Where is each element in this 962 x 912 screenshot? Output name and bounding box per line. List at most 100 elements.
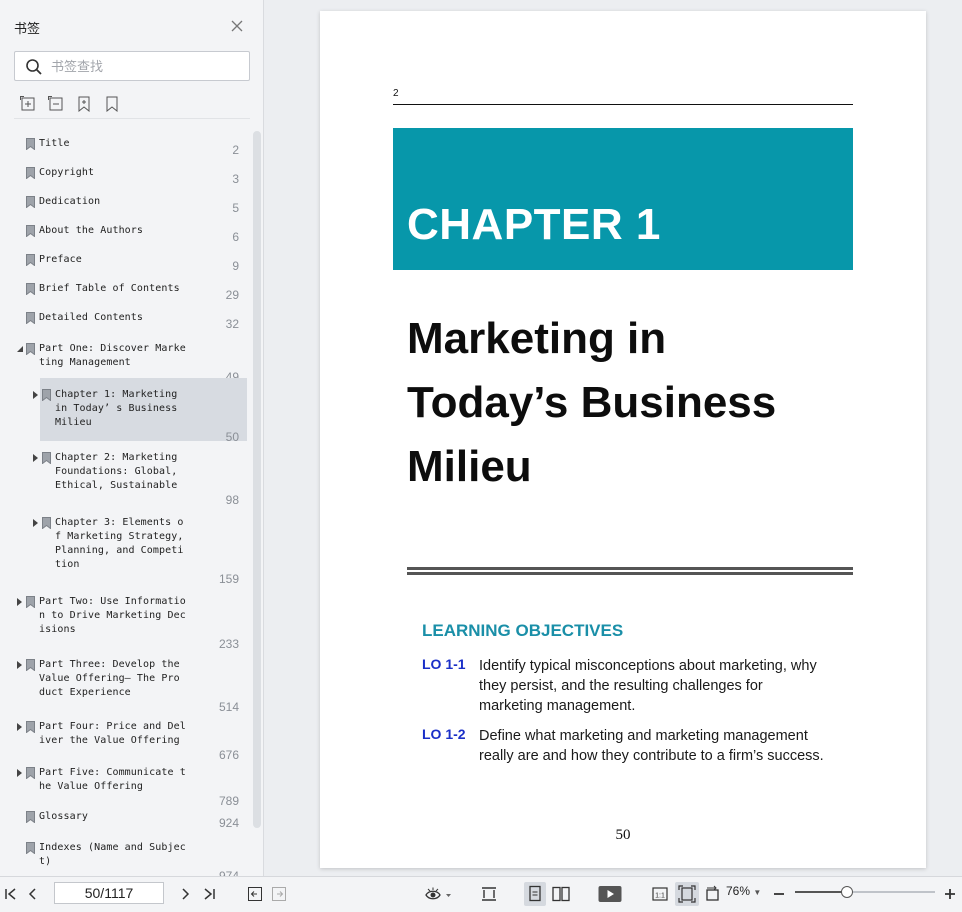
bookmark-page-number: 676 [218,748,239,762]
bookmark-item[interactable]: Detailed Contents 32 [0,311,252,343]
bookmark-search[interactable] [14,51,250,81]
bookmark-item[interactable]: Glossary 924 [0,810,252,842]
bookmark-page-number: 233 [218,637,239,651]
header-rule [393,104,853,105]
chevron-right-icon[interactable] [16,661,24,669]
bookmark-item[interactable]: Preface 9 [0,253,252,285]
bookmark-label: Part Five: Communicate t he Value Offeri… [39,767,186,792]
bookmark-page-number: 2 [232,143,239,157]
bookmark-flag-icon [42,389,51,401]
bookmark-flag-icon [26,283,35,295]
fit-page-icon[interactable] [675,882,699,906]
document-viewer[interactable]: 2 CHAPTER 1 Marketing in Today’s Busines… [265,0,962,876]
bookmark-page-number: 514 [218,700,239,714]
bookmark-item[interactable]: Chapter 3: Elements o f Marketing Strate… [0,516,252,590]
page-number-input[interactable]: 50/1117 [54,882,164,904]
collapse-all-icon[interactable] [48,96,64,112]
bookmark-item[interactable]: Title 2 [0,137,252,169]
zoom-in-icon[interactable] [941,885,959,903]
chevron-right-icon[interactable] [32,391,40,399]
play-icon[interactable] [598,885,622,903]
single-page-icon[interactable] [524,882,546,906]
bookmark-flag-icon [26,225,35,237]
chapter-title-line: Today’s Business [407,378,777,427]
actual-size-icon[interactable]: 1:1 [651,885,669,903]
objective-text: Identify typical misconceptions about ma… [479,658,817,714]
bookmark-label: Chapter 1: Marketing in Today’ s Busines… [55,389,178,428]
first-page-icon[interactable] [2,885,20,903]
bookmark-page-number: 32 [225,317,239,331]
bookmark-item[interactable]: Chapter 1: Marketing in Today’ s Busines… [0,378,252,448]
zoom-slider-fill [795,891,847,893]
bookmark-item[interactable]: Indexes (Name and Subjec t) 974 [0,841,252,876]
bookmark-flag-icon [26,138,35,150]
next-page-icon[interactable] [176,885,194,903]
rotate-icon[interactable] [704,885,722,903]
chapter-title-line: Marketing in [407,314,667,363]
chapter-label: CHAPTER 1 [407,200,661,249]
chevron-right-icon[interactable] [32,519,40,527]
bookmark-item[interactable]: Part Three: Develop the Value Offering— … [0,658,252,718]
next-view-icon[interactable] [270,885,288,903]
bookmark-search-input[interactable] [51,57,241,75]
chevron-down-icon: ▼ [753,888,762,897]
bookmark-item[interactable]: Brief Table of Contents 29 [0,282,252,314]
fit-width-icon[interactable] [480,885,498,903]
close-icon[interactable] [229,18,245,34]
prev-page-icon[interactable] [24,885,42,903]
bookmark-label: Part Four: Price and Del iver the Value … [39,721,186,746]
bookmark-flag-icon [26,254,35,266]
chevron-down-icon[interactable] [16,345,24,353]
chevron-right-icon[interactable] [16,723,24,731]
bookmark-label: Dedication [39,196,101,207]
add-bookmark-icon[interactable] [76,96,92,113]
bookmark-label: Detailed Contents [39,312,144,323]
status-toolbar: 50/1117 1:1 76% ▼ [0,876,962,912]
bookmark-item[interactable]: Part Two: Use Informatio n to Drive Mark… [0,595,252,655]
scrollbar[interactable] [253,131,261,828]
chevron-right-icon[interactable] [32,454,40,462]
bookmark-item[interactable]: About the Authors 6 [0,224,252,256]
chapter-banner: CHAPTER 1 [393,128,853,270]
zoom-slider[interactable] [795,886,935,898]
prev-view-icon[interactable] [246,885,264,903]
chevron-right-icon[interactable] [16,598,24,606]
bookmark-item[interactable]: Part Five: Communicate t he Value Offeri… [0,766,252,812]
bookmark-tree: Title 2 Copyright 3 Dedication 5 About the Aut… [0,130,252,876]
last-page-icon[interactable] [200,885,218,903]
two-page-icon[interactable] [551,885,571,903]
bookmark-item[interactable]: Part Four: Price and Del iver the Value … [0,720,252,766]
bookmark-flag-icon [26,659,35,671]
divider [14,118,250,119]
zoom-level[interactable]: 76% ▼ [726,884,761,898]
bookmark-flag-icon [26,312,35,324]
bookmark-page-number: 159 [218,572,239,586]
bookmark-flag-icon [26,811,35,823]
bookmark-flag-icon [42,452,51,464]
bookmark-item[interactable]: Chapter 2: Marketing Foundations: Global… [0,451,252,511]
bookmark-flag-icon [26,767,35,779]
expand-all-icon[interactable] [20,96,36,112]
double-rule [407,567,853,570]
bookmark-panel: 书签 Title 2 Copyright 3 Dedication 5 About the … [0,0,264,876]
bookmark-item[interactable]: Copyright 3 [0,166,252,198]
objective-text: Define what marketing and marketing mana… [479,728,824,764]
bookmark-item[interactable]: Dedication 5 [0,195,252,227]
zoom-out-icon[interactable] [770,885,788,903]
chapter-title-line: Milieu [407,442,532,491]
bookmark-label: Copyright [39,167,95,178]
double-rule [407,572,853,575]
bookmark-flag-icon [26,721,35,733]
chevron-right-icon[interactable] [16,769,24,777]
bookmark-flag-icon [26,196,35,208]
bookmark-icon[interactable] [104,96,120,113]
bookmark-label: Chapter 2: Marketing Foundations: Global… [55,452,178,491]
chapter-title: Marketing in Today’s Business Milieu [407,307,847,499]
eye-icon[interactable] [424,885,454,903]
bookmark-label: Glossary [39,811,88,822]
zoom-slider-handle[interactable] [840,886,853,898]
bookmark-page-number: 5 [232,201,239,215]
bookmark-label: About the Authors [39,225,144,236]
bookmark-flag-icon [26,842,35,854]
bookmark-label: Part Three: Develop the Value Offering— … [39,659,180,698]
